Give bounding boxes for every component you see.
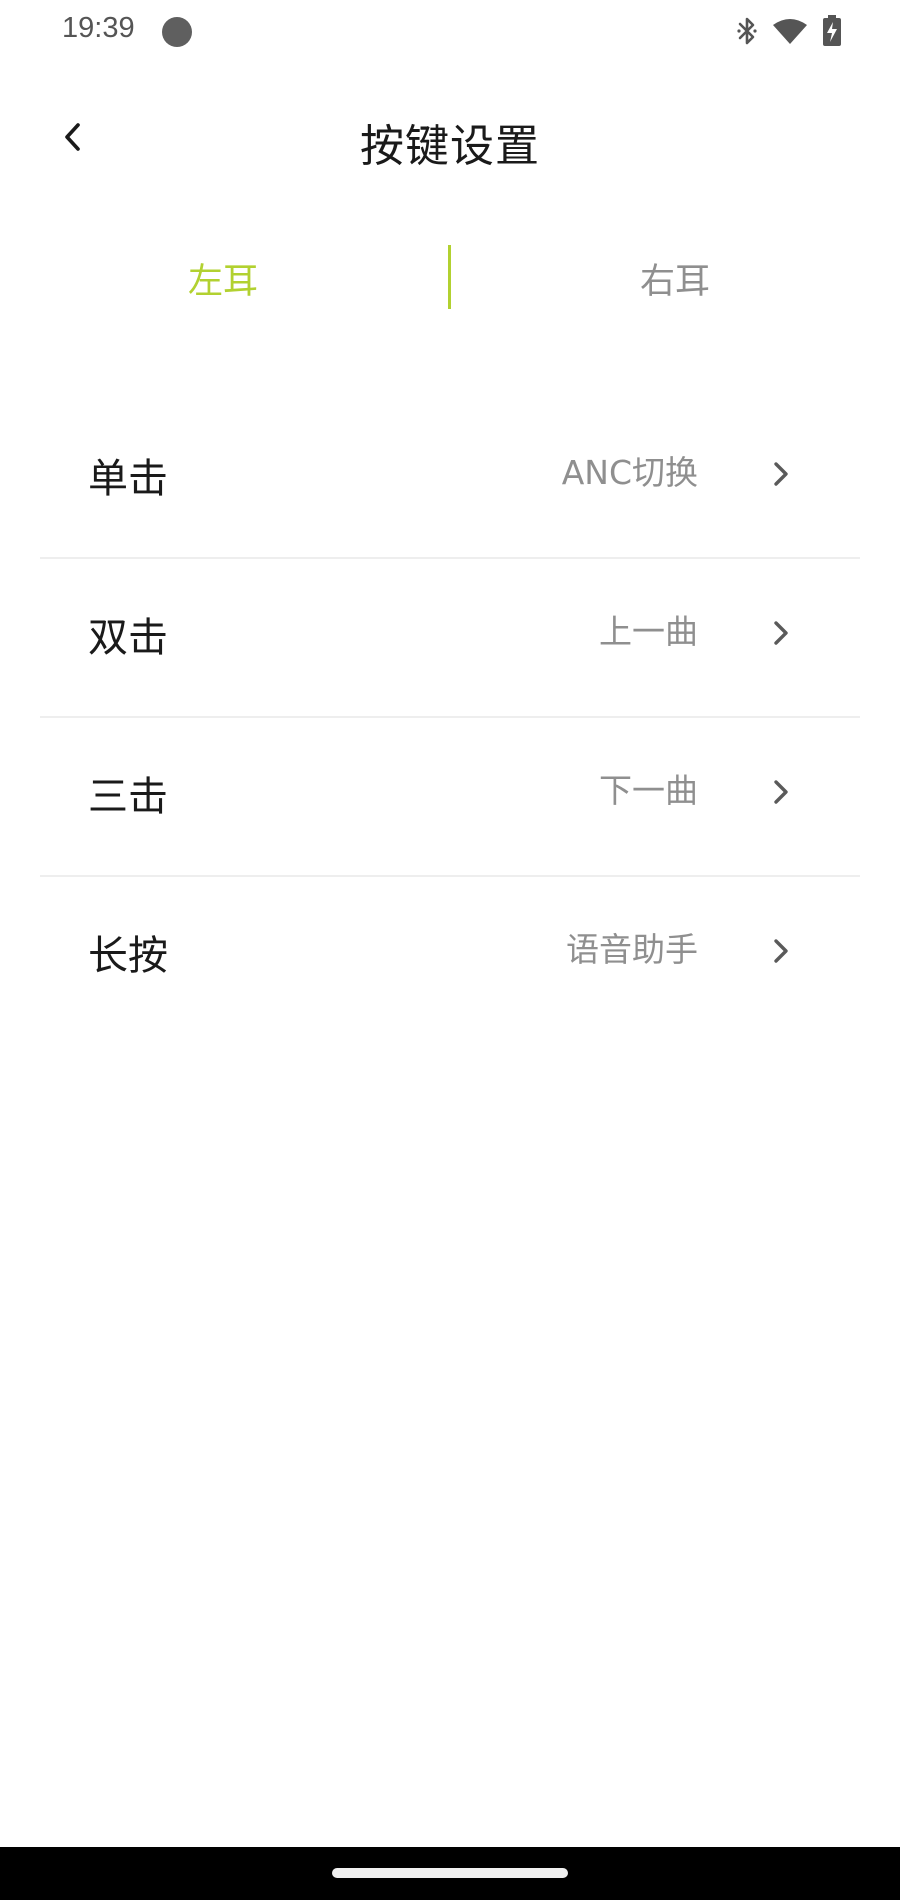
setting-single-tap[interactable]: 单击 ANC切换 [40,400,860,559]
setting-value: 语音助手 [566,930,698,969]
setting-label: 三击 [88,774,168,820]
status-time: 19:39 [62,12,135,44]
setting-value: 下一曲 [599,771,698,810]
status-bar: 19:39 [0,0,900,62]
setting-value: 上一曲 [599,612,698,651]
tab-left-ear[interactable]: 左耳 [188,253,258,304]
setting-label: 长按 [88,933,168,979]
battery-charging-icon [822,15,842,47]
navigation-bar [0,1847,900,1900]
setting-double-tap[interactable]: 双击 上一曲 [40,559,860,718]
wifi-icon [772,17,808,45]
setting-long-press[interactable]: 长按 语音助手 [40,877,860,1034]
chevron-right-icon [774,621,788,645]
setting-label: 单击 [88,456,168,502]
tab-divider [448,245,451,309]
chevron-right-icon [774,939,788,963]
chevron-right-icon [774,462,788,486]
settings-list: 单击 ANC切换 双击 上一曲 三击 下一曲 长按 语音助手 [40,400,860,1034]
home-indicator[interactable] [332,1868,568,1878]
tab-right-ear[interactable]: 右耳 [640,253,710,304]
bluetooth-icon [736,15,758,47]
setting-triple-tap[interactable]: 三击 下一曲 [40,718,860,877]
chevron-right-icon [774,780,788,804]
ear-tabs: 左耳 右耳 [0,245,900,309]
setting-value: ANC切换 [561,453,698,492]
notification-dot-icon [162,17,192,47]
status-icons [736,14,842,48]
header: 按键设置 [0,90,900,190]
setting-label: 双击 [88,615,168,661]
page-title: 按键设置 [360,121,540,172]
